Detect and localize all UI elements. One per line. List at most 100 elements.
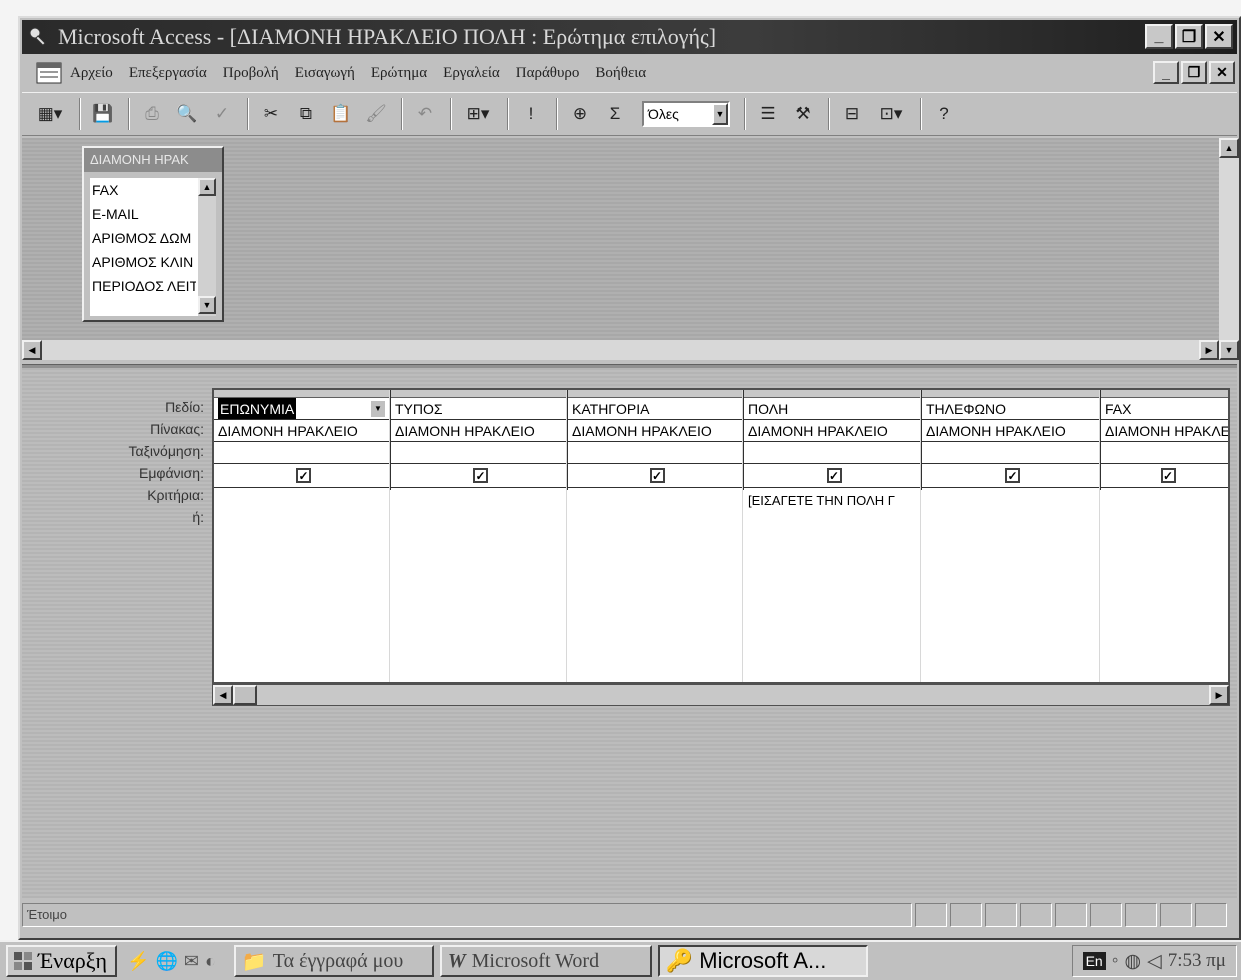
field-list-item[interactable]: ΑΡΙΘΜΟΣ ΔΩΜ — [90, 226, 196, 250]
build-icon[interactable]: ⚒ — [787, 98, 819, 130]
criteria-cell[interactable] — [391, 490, 566, 512]
table-pane-vscroll[interactable]: ▲ ▼ — [1219, 138, 1239, 360]
print-icon[interactable]: ⎙ — [136, 98, 168, 130]
quick-launch-ie-icon[interactable]: 🌐 — [155, 951, 177, 972]
menu-window[interactable]: Παράθυρο — [516, 65, 580, 82]
task-my-documents[interactable]: 📁 Τα έγγραφά μου — [233, 945, 434, 977]
menu-view[interactable]: Προβολή — [223, 65, 279, 82]
cut-icon[interactable]: ✂ — [255, 98, 287, 130]
field-cell[interactable]: FAX — [1101, 398, 1228, 420]
scroll-down-icon[interactable]: ▼ — [198, 296, 216, 314]
scroll-left-icon[interactable]: ◀ — [213, 685, 233, 705]
table-cell[interactable]: ΔΙΑΜΟΝΗ ΗΡΑΚΛΕΙΟ — [568, 420, 742, 442]
show-cell[interactable]: ✓ — [922, 464, 1099, 488]
run-icon[interactable]: ! — [515, 98, 547, 130]
copy-icon[interactable]: ⧉ — [290, 98, 322, 130]
database-window-icon[interactable]: ⊟ — [836, 98, 868, 130]
spelling-icon[interactable]: ✓ — [206, 98, 238, 130]
field-list-window[interactable]: ΔΙΑΜΟΝΗ ΗΡΑΚ FAX E-MAIL ΑΡΙΘΜΟΣ ΔΩΜ ΑΡΙΘ… — [82, 146, 224, 322]
field-list-item[interactable]: ΑΡΙΘΜΟΣ ΚΛΙΝ — [90, 250, 196, 274]
table-cell[interactable]: ΔΙΑΜΟΝΗ ΗΡΑΚΛΕΙΟ — [744, 420, 920, 442]
close-button[interactable]: ✕ — [1205, 24, 1233, 49]
field-cell[interactable]: ΕΠΩΝΥΜΙΑ ▼ — [214, 398, 389, 420]
sort-cell[interactable] — [922, 442, 1099, 464]
save-icon[interactable]: 💾 — [87, 98, 119, 130]
field-list-item[interactable]: E-MAIL — [90, 202, 196, 226]
view-grid-icon[interactable]: ▦▾ — [30, 98, 70, 130]
table-cell[interactable]: ΔΙΑΜΟΝΗ ΗΡΑΚΛΕΙΟ — [391, 420, 566, 442]
scroll-down-icon[interactable]: ▼ — [1219, 340, 1239, 360]
sort-cell[interactable] — [391, 442, 566, 464]
show-checkbox[interactable]: ✓ — [1005, 468, 1020, 483]
quick-launch-channels-icon[interactable]: ◐ — [205, 951, 216, 972]
scroll-left-icon[interactable]: ◀ — [22, 340, 42, 360]
menu-edit[interactable]: Επεξεργασία — [129, 65, 207, 82]
tray-app-icon[interactable]: ◍ — [1124, 950, 1141, 973]
field-list-item[interactable]: ΠΕΡΙΟΔΟΣ ΛΕΙΤ — [90, 274, 196, 298]
show-checkbox[interactable]: ✓ — [649, 468, 665, 483]
menu-help[interactable]: Βοήθεια — [595, 65, 646, 82]
criteria-cell[interactable] — [214, 490, 389, 512]
start-button[interactable]: Έναρξη — [6, 945, 118, 977]
query-type-icon[interactable]: ⊞▾ — [458, 98, 498, 130]
scroll-up-icon[interactable]: ▲ — [1219, 138, 1239, 158]
top-values-combo[interactable]: Όλες ▼ — [642, 101, 730, 127]
field-list-scrollbar[interactable]: ▲ ▼ — [198, 178, 216, 316]
sort-cell[interactable] — [214, 442, 389, 464]
field-list-title[interactable]: ΔΙΑΜΟΝΗ ΗΡΑΚ — [84, 148, 222, 172]
sort-cell[interactable] — [744, 442, 920, 464]
format-painter-icon[interactable]: 🖌 — [360, 98, 392, 130]
minimize-button[interactable]: _ — [1145, 24, 1173, 49]
properties-icon[interactable]: ☰ — [752, 98, 784, 130]
quick-launch-outlook-icon[interactable]: ✉ — [184, 951, 199, 972]
show-table-icon[interactable]: ⊕ — [564, 98, 596, 130]
new-object-icon[interactable]: ⊡▾ — [871, 98, 911, 130]
chevron-down-icon[interactable]: ▼ — [371, 401, 385, 417]
sort-cell[interactable] — [568, 442, 742, 464]
table-cell[interactable]: ΔΙΑΜΟΝΗ ΗΡΑΚΛΕΙΟ — [1101, 420, 1228, 442]
chevron-down-icon[interactable]: ▼ — [712, 103, 728, 125]
show-cell[interactable]: ✓ — [568, 464, 742, 488]
menu-file[interactable]: Αρχείο — [70, 65, 113, 82]
language-indicator[interactable]: En — [1082, 952, 1106, 970]
show-cell[interactable]: ✓ — [1101, 464, 1228, 488]
table-pane-hscroll[interactable]: ◀ ▶ — [22, 340, 1219, 360]
print-preview-icon[interactable]: 🔍 — [171, 98, 203, 130]
field-list-item[interactable]: FAX — [90, 178, 196, 202]
sort-cell[interactable] — [1101, 442, 1228, 464]
show-cell[interactable]: ✓ — [214, 464, 389, 488]
paste-icon[interactable]: 📋 — [325, 98, 357, 130]
table-cell[interactable]: ΔΙΑΜΟΝΗ ΗΡΑΚΛΕΙΟ — [214, 420, 389, 442]
menu-tools[interactable]: Εργαλεία — [443, 65, 500, 82]
show-cell[interactable]: ✓ — [391, 464, 566, 488]
title-bar[interactable]: Microsoft Access - [ΔΙΑΜΟΝΗ ΗΡΑΚΛΕΙΟ ΠΟΛ… — [22, 20, 1237, 54]
menu-insert[interactable]: Εισαγωγή — [295, 65, 355, 82]
totals-icon[interactable]: Σ — [599, 98, 631, 130]
show-checkbox[interactable]: ✓ — [473, 468, 488, 483]
table-cell[interactable]: ΔΙΑΜΟΝΗ ΗΡΑΚΛΕΙΟ — [922, 420, 1099, 442]
show-checkbox[interactable]: ✓ — [296, 468, 311, 483]
field-cell[interactable]: ΚΑΤΗΓΟΡΙΑ — [568, 398, 742, 420]
show-checkbox[interactable]: ✓ — [1160, 468, 1176, 483]
doc-minimize-button[interactable]: _ — [1153, 61, 1179, 84]
clock[interactable]: 7:53 πμ — [1168, 950, 1226, 972]
scroll-right-icon[interactable]: ▶ — [1209, 685, 1229, 705]
undo-icon[interactable]: ↶ — [409, 98, 441, 130]
scroll-thumb[interactable] — [233, 685, 257, 705]
query-document-icon[interactable] — [36, 62, 62, 84]
grid-hscroll[interactable]: ◀ ▶ — [212, 684, 1230, 706]
quick-launch-explorer-icon[interactable]: ⚡ — [127, 951, 149, 972]
volume-icon[interactable]: ◁ — [1147, 950, 1162, 973]
criteria-cell[interactable] — [568, 490, 742, 512]
field-cell[interactable]: ΤΗΛΕΦΩΝΟ — [922, 398, 1099, 420]
field-cell[interactable]: ΤΥΠΟΣ — [391, 398, 566, 420]
task-access[interactable]: 🔑 Microsoft A... — [657, 945, 868, 977]
task-word[interactable]: W Microsoft Word — [439, 945, 652, 977]
menu-query[interactable]: Ερώτημα — [371, 65, 427, 82]
help-icon[interactable]: ? — [928, 98, 960, 130]
doc-restore-button[interactable]: ❐ — [1181, 61, 1207, 84]
criteria-cell[interactable] — [922, 490, 1099, 512]
network-icon[interactable]: ◦ — [1112, 950, 1119, 972]
scroll-right-icon[interactable]: ▶ — [1199, 340, 1219, 360]
criteria-cell[interactable] — [1101, 490, 1228, 512]
